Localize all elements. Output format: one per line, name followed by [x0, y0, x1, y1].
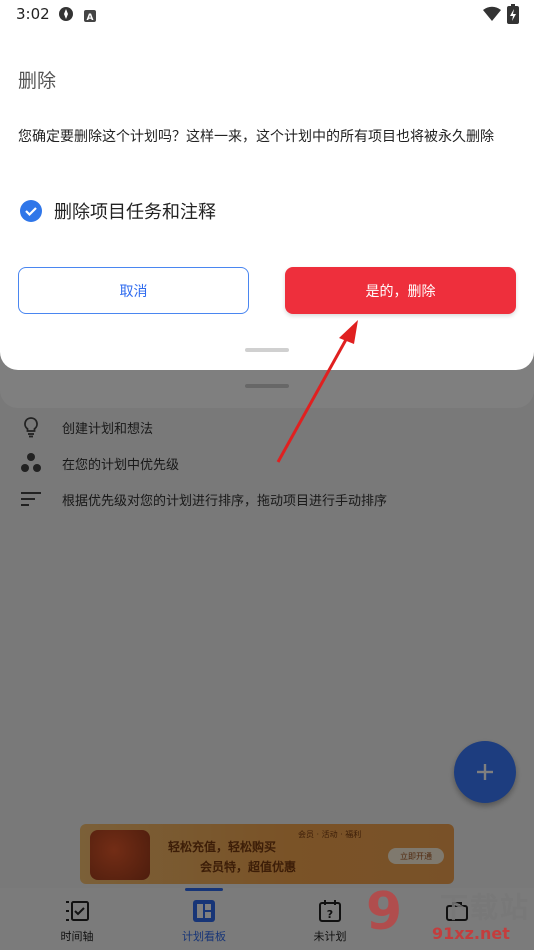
dialog-message: 您确定要删除这个计划吗？这样一来，这个计划中的所有项目也将被永久删除	[18, 129, 494, 145]
svg-text:A: A	[87, 13, 94, 22]
font-a-icon: A	[84, 7, 96, 26]
confirm-delete-button[interactable]: 是的，删除	[285, 267, 516, 314]
battery-charging-icon	[507, 4, 519, 28]
drag-handle	[245, 348, 289, 352]
status-bar: 3:02 A	[0, 0, 534, 30]
dialog-title: 删除	[18, 70, 57, 92]
status-time: 3:02	[16, 5, 50, 23]
watermark-text: 下载站	[440, 891, 531, 924]
cancel-button[interactable]: 取消	[18, 267, 249, 314]
wifi-icon	[483, 6, 501, 26]
app-notification-icon	[58, 6, 74, 26]
checkbox-label: 删除项目任务和注释	[54, 202, 216, 223]
delete-dialog: 删除 您确定要删除这个计划吗？这样一来，这个计划中的所有项目也将被永久删除 删除…	[0, 30, 534, 370]
delete-items-checkbox-row[interactable]: 删除项目任务和注释	[20, 198, 216, 224]
watermark-logo: 9	[366, 882, 403, 942]
site-watermark: 9 下载站 91xz.net	[366, 880, 534, 950]
watermark-url: 91xz.net	[432, 924, 510, 943]
delete-items-checkbox[interactable]	[20, 200, 42, 222]
check-icon	[25, 207, 37, 217]
